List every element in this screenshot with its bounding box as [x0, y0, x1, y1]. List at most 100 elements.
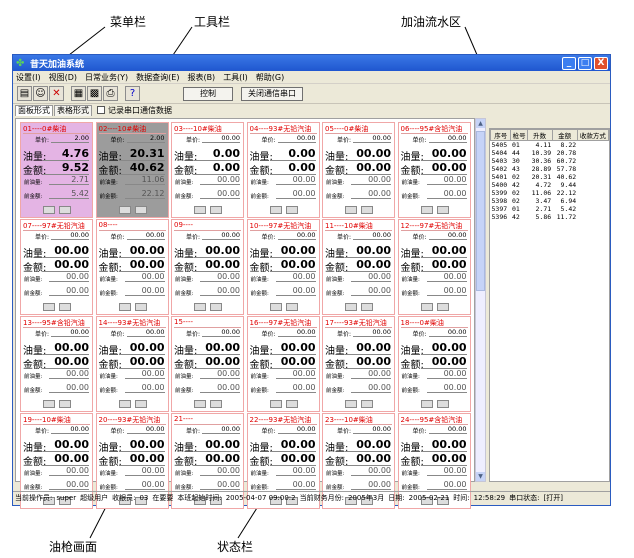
pump-stop-button[interactable] [436, 206, 449, 214]
pump-card[interactable]: 17----93#无铅汽油 单价: 00.00 油量: 00.00 金额: 00.00 前油量… [322, 316, 395, 412]
pump-start-button[interactable] [269, 400, 282, 408]
col-seq[interactable]: 序号 [489, 129, 512, 141]
chart-icon[interactable]: ▦ [71, 86, 86, 101]
pump-card[interactable]: 11----10#柴油 单价: 00.00 油量: 00.00 金额: 00.00 前油量: 0… [322, 219, 395, 315]
maximize-button[interactable]: □ [578, 56, 592, 70]
pump-start-button[interactable] [345, 206, 357, 214]
prev-amount-label: 前金额: [401, 194, 420, 200]
pump-scrollbar[interactable]: ▲ ▼ [475, 118, 486, 482]
flow-row[interactable]: 5403 30 30.36 60.72 [491, 157, 609, 165]
tab-table[interactable]: 表格形式 [54, 104, 92, 116]
flow-row[interactable]: 5398 02 3.47 6.94 [491, 197, 609, 205]
pump-stop-button[interactable] [59, 400, 71, 408]
pump-card[interactable]: 15---- 单价: 00.00 油量: 00.00 金额: 00.00 前油量: 00.00 前… [171, 316, 244, 412]
pump-card[interactable]: 13----95#含铅汽油 单价: 00.00 油量: 00.00 金额: 00.00 前油量… [20, 316, 93, 412]
scroll-thumb[interactable] [476, 131, 485, 291]
card-icon[interactable]: ▤ [17, 86, 32, 101]
unit-price-label: 单价: [35, 137, 50, 144]
pump-stop-button[interactable] [210, 303, 222, 311]
pump-start-button[interactable] [269, 303, 282, 311]
menu-daily-business[interactable]: 日常业务(Y) [85, 72, 128, 83]
col-payment[interactable]: 收款方式 [576, 129, 610, 141]
pump-start-button[interactable] [118, 206, 131, 214]
flow-row[interactable]: 5405 01 4.11 8.22 [491, 141, 609, 149]
pump-start-button[interactable] [420, 206, 433, 214]
pump-start-button[interactable] [194, 303, 206, 311]
pump-stop-button[interactable] [361, 400, 373, 408]
pump-card[interactable]: 14----93#无铅汽油 单价: 00.00 油量: 00.00 金额: 00.00 前油量… [95, 316, 169, 412]
pump-card[interactable]: 01----0#柴油 单价: 2.00 油量: 4.76 金额: 9.52 前油量: 2.71 前… [20, 122, 93, 218]
tab-panel[interactable]: 面板形式 [15, 104, 53, 116]
pump-start-button[interactable] [345, 400, 357, 408]
pump-start-button[interactable] [345, 303, 357, 311]
menu-view[interactable]: 视图(D) [49, 72, 77, 83]
log-serial-checkbox[interactable] [97, 106, 105, 114]
pump-stop-button[interactable] [285, 400, 298, 408]
minimize-button[interactable]: _ [562, 56, 576, 70]
pump-card[interactable]: 12----97#无铅汽油 单价: 00.00 油量: 00.00 金额: 00.00 前油量… [397, 219, 471, 315]
scroll-down-icon[interactable]: ▼ [476, 472, 485, 481]
col-liters[interactable]: 升数 [526, 129, 553, 141]
flow-row[interactable]: 5404 44 10.39 20.78 [491, 149, 609, 157]
pump-card[interactable]: 08---- 单价: 00.00 油量: 00.00 金额: 00.00 前油量: 00.00 前… [95, 219, 169, 315]
pump-card[interactable]: 10----97#无铅汽油 单价: 00.00 油量: 00.00 金额: 00.00 前油量… [246, 219, 320, 315]
pump-stop-button[interactable] [134, 303, 147, 311]
pump-start-button[interactable] [118, 303, 131, 311]
flow-row[interactable]: 5400 42 4.72 9.44 [491, 181, 609, 189]
pump-start-button[interactable] [194, 206, 206, 214]
menu-help[interactable]: 帮助(G) [256, 72, 284, 83]
pump-stop-button[interactable] [134, 400, 147, 408]
pump-start-button[interactable] [420, 400, 433, 408]
pump-stop-button[interactable] [361, 303, 373, 311]
col-amount[interactable]: 金额 [551, 129, 578, 141]
close-button[interactable]: X [594, 56, 608, 70]
pump-start-button[interactable] [43, 206, 55, 214]
pump-stop-button[interactable] [59, 206, 71, 214]
pump-start-button[interactable] [43, 303, 55, 311]
pump-card[interactable]: 05----0#柴油 单价: 00.00 油量: 00.00 金额: 00.00 前油量: 00… [322, 122, 395, 218]
pump-card[interactable]: 03----10#柴油 单价: 00.00 油量: 0.00 金额: 0.00 前油量: 00.… [171, 122, 244, 218]
menu-data-query[interactable]: 数据查询(E) [136, 72, 179, 83]
scroll-up-icon[interactable]: ▲ [476, 119, 485, 128]
menu-settings[interactable]: 设置(I) [16, 72, 41, 83]
pump-card[interactable]: 09---- 单价: 00.00 油量: 00.00 金额: 00.00 前油量: 00.00 前… [171, 219, 244, 315]
pump-card[interactable]: 02----10#柴油 单价: 2.00 油量: 20.31 金额: 40.62 前油量: 11… [95, 122, 169, 218]
pump-card[interactable]: 07----97#无铅汽油 单价: 00.00 油量: 00.00 金额: 00.00 前油量… [20, 219, 93, 315]
prev-amount-value: 00.00 [275, 383, 316, 393]
pump-start-button[interactable] [194, 400, 206, 408]
flow-row[interactable]: 5396 42 5.86 11.72 [491, 213, 609, 221]
delete-icon[interactable]: ✕ [49, 86, 64, 101]
pump-start-button[interactable] [118, 400, 131, 408]
col-nozzle[interactable]: 枪号 [510, 129, 528, 141]
menu-tools[interactable]: 工具(I) [223, 72, 248, 83]
pump-stop-button[interactable] [59, 303, 71, 311]
pump-stop-button[interactable] [285, 206, 298, 214]
unit-price-value: 00.00 [428, 231, 467, 240]
pump-card[interactable]: 16----97#无铅汽油 单价: 00.00 油量: 00.00 金额: 00.00 前油量… [246, 316, 320, 412]
people-icon[interactable]: ☺ [33, 86, 48, 101]
flow-row[interactable]: 5402 43 28.89 57.78 [491, 165, 609, 173]
menu-reports[interactable]: 报表(B) [187, 72, 215, 83]
close-port-button[interactable]: 关闭通信串口 [241, 86, 303, 101]
pump-start-button[interactable] [43, 400, 55, 408]
flow-row[interactable]: 5399 02 11.06 22.12 [491, 189, 609, 197]
pump-stop-button[interactable] [285, 303, 298, 311]
pump-card[interactable]: 04----93#无铅汽油 单价: 00.00 油量: 0.00 金额: 0.00 前油量: 0… [246, 122, 320, 218]
flow-row[interactable]: 5401 02 20.31 40.62 [491, 173, 609, 181]
save-icon[interactable]: ▩ [87, 86, 102, 101]
pump-stop-button[interactable] [210, 206, 222, 214]
pump-start-button[interactable] [269, 206, 282, 214]
control-button[interactable]: 控制 [183, 86, 233, 101]
pump-card[interactable]: 06----95#含铅汽油 单价: 00.00 油量: 00.00 金额: 00.00 前油量… [397, 122, 471, 218]
pump-stop-button[interactable] [436, 400, 449, 408]
pump-start-button[interactable] [420, 303, 433, 311]
print-icon[interactable]: ⎙ [103, 86, 118, 101]
pump-stop-button[interactable] [361, 206, 373, 214]
pump-card[interactable]: 18----0#柴油 单价: 00.00 油量: 00.00 金额: 00.00 前油量: 00… [397, 316, 471, 412]
amount-value: 00.00 [43, 452, 89, 466]
pump-stop-button[interactable] [436, 303, 449, 311]
help-icon[interactable]: ? [125, 86, 140, 101]
pump-stop-button[interactable] [134, 206, 147, 214]
pump-stop-button[interactable] [210, 400, 222, 408]
flow-row[interactable]: 5397 01 2.71 5.42 [491, 205, 609, 213]
